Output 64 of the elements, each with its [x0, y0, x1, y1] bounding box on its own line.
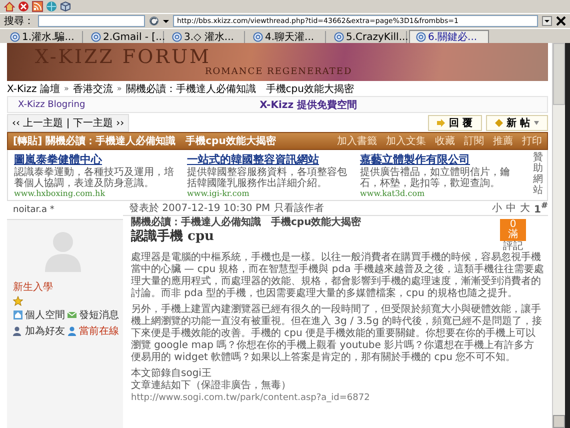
feed-icon[interactable] — [32, 1, 43, 12]
free-space-link[interactable]: X-Kizz 提供免費空間 — [260, 98, 357, 112]
post-paragraph: 另外，手機上建置內建瀏覽器已經有很久的一段時間了，但受限於頻寬大小與硬體效能，讓手機上網瀏覽的功能一直沒有被重視。但在進入 3g / 3.5g 的時代後，頻寬已經不是問題了，接下來便是手機效能的改善。手機的 cpu 便是手機效能的重要關鍵。你想要在你的手機上可以瀏覽 google map 嗎？你想在你的手機上觀看 youtube 影片嗎？你還想在手機上有許多方便易用的 widget 軟體嗎？如果以上答案是肯定的，那有關於手機的 cpu 您不可不知。 — [131, 304, 544, 364]
profile-link[interactable]: 發短消息 — [79, 308, 119, 322]
search-field[interactable] — [38, 15, 145, 27]
refresh-icon[interactable] — [149, 16, 159, 26]
user-icon — [67, 326, 77, 336]
new-post-button[interactable]: 新 帖 — [486, 115, 548, 131]
user-rank: 新生入學 — [13, 280, 54, 294]
font-size-link[interactable]: 大 — [520, 201, 530, 215]
source-note: 文章連結如下（保證非廣告，無毒） — [131, 380, 292, 392]
banner-subtitle: ROMANCE REGENERATED — [204, 67, 354, 77]
font-size-link[interactable]: 中 — [506, 201, 516, 215]
thread-nav-link[interactable]: ‹‹ 上一主題 | 下一主題 ›› — [7, 114, 130, 132]
thread-title: [轉貼] 關機必讀：手機達人必備知識 手機cpu效能大揭密 — [13, 134, 276, 148]
rating-label: 滿 — [508, 230, 518, 240]
post-subject: 關機必讀：手機達人必備知識 手機cpu效能大揭密 — [131, 217, 362, 228]
arrow-icon — [437, 119, 446, 127]
stop-icon[interactable] — [18, 1, 29, 12]
caret-icon — [534, 121, 539, 125]
profile-link[interactable]: 個人空間 — [25, 308, 65, 322]
ad-description: 提供廣告禮品，如立體明信片，鑰石，杯墊，匙扣等，歡迎查詢。 — [360, 167, 511, 189]
ad-title-link[interactable]: 嘉藝立體製作有限公司 — [360, 152, 527, 167]
breadcrumb-separator: » — [116, 84, 122, 93]
rating-count: 0 — [510, 220, 516, 230]
sponsor-label: 贊助網站 — [533, 152, 543, 198]
breadcrumb-current[interactable]: 關機必讀：手機達人必備知識 手機cpu效能大揭密 — [126, 82, 354, 96]
scrollbar-thumb[interactable] — [553, 43, 565, 105]
post-date: 發表於 2007-12-19 10:30 PM — [129, 202, 270, 215]
rating-caption: 評記 — [503, 241, 523, 252]
profile-link[interactable]: 加為好友 — [25, 324, 65, 338]
banner-title: X-KIZZ FORUM — [35, 48, 211, 67]
ad-title-link[interactable]: 圖嵐泰拳健體中心 — [14, 152, 181, 167]
message-icon — [67, 310, 77, 320]
post-floor: 1$^{#}$ — [534, 200, 548, 216]
breadcrumb-link[interactable]: X-Kizz 論壇 — [7, 82, 60, 96]
author-name[interactable]: noitar.a * — [7, 201, 123, 220]
ad-url[interactable]: www.igi-kr.com — [187, 189, 354, 198]
ad-url[interactable]: www.kat3d.com — [360, 189, 527, 198]
cube-icon[interactable] — [60, 1, 71, 12]
ad-description: 提供韓國整容服務資料，各項整容包括韓國隆乳服務作出詳細介紹。 — [187, 167, 348, 189]
diamond-icon — [494, 119, 503, 127]
home-icon[interactable] — [4, 1, 15, 12]
breadcrumb-link[interactable]: 香港交流 — [72, 82, 113, 96]
breadcrumb-separator: » — [64, 84, 69, 93]
browser-tab[interactable]: 6.關鍵必... — [409, 30, 489, 43]
source-note: 本文節錄自sogi王 — [131, 368, 212, 380]
font-size-link[interactable]: 小 — [492, 201, 502, 215]
ad-title-link[interactable]: 一站式的韓國整容資訊網站 — [187, 152, 354, 167]
source-link[interactable]: http://www.sogi.com.tw/park/content.asp?a_id=6872 — [131, 393, 370, 403]
star-icon — [13, 296, 23, 306]
post-paragraph: 處理器是電腦的中樞系統，手機也是一樣。以往一般消費者在購買手機的時候，容易忽視手機當中的心臟 — cpu 規格，而在智慧型手機與 pda 手機越來越普及之後，這類手機往往需要處理大量的應用程式，而處理器的效能、規格，都會影響到手機的處理速度，漸漸受到消費者的討論。而非 pda 型的手機，也因需要處理大量的多媒體檔案，cpu 的規格也隨之提升。 — [131, 252, 544, 300]
reply-button[interactable]: 回 覆 — [428, 115, 482, 131]
post-heading: 認識手機 cpu — [131, 229, 215, 244]
user-add-icon — [13, 326, 23, 336]
author-only-link[interactable]: 只看該作者 — [274, 201, 324, 215]
blogring-link[interactable]: X-Kizz Blogring — [18, 100, 86, 110]
profile-link[interactable]: 當前在線 — [79, 324, 119, 338]
ad-description: 認識泰拳運動，各種技巧及運用，培養個人協調，表達及防身意識。 — [14, 167, 175, 189]
close-icon[interactable] — [556, 16, 566, 26]
home-icon — [13, 310, 23, 320]
dropdown-icon[interactable] — [542, 16, 552, 26]
search-label: 搜尋： — [4, 14, 34, 28]
ad-url[interactable]: www.hxboxing.com.hk — [14, 189, 181, 198]
